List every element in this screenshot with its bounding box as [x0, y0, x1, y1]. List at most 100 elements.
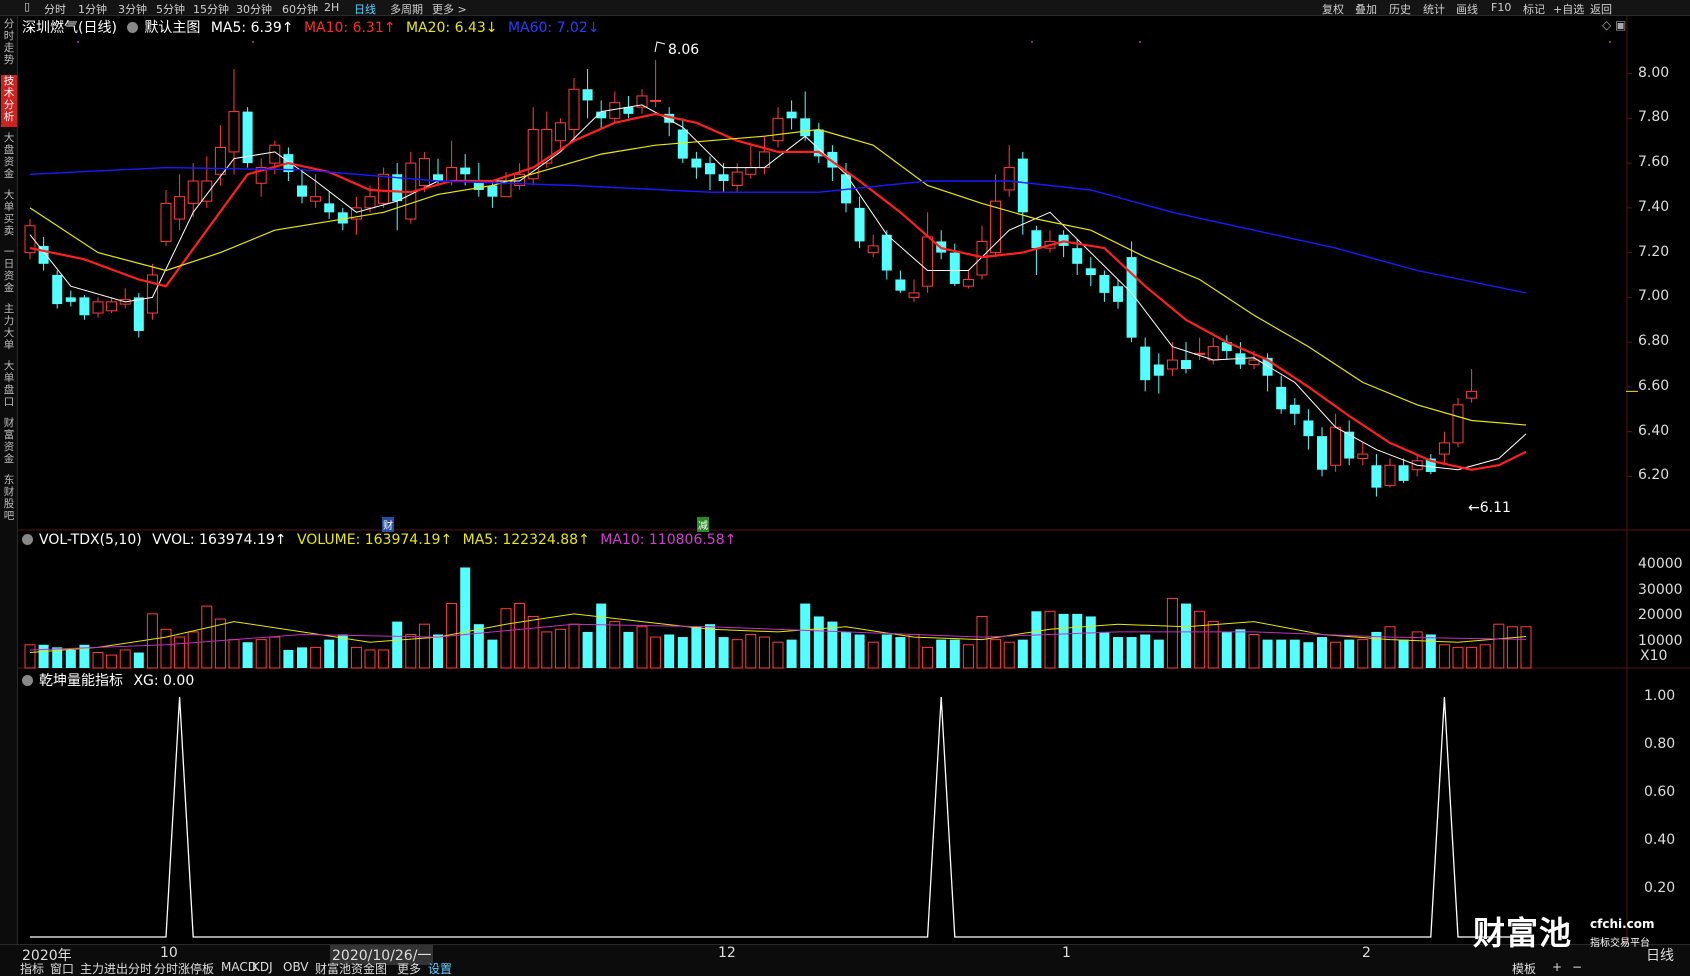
- volume-bar: [813, 616, 824, 668]
- watermark-site: cfchi.com: [1590, 917, 1655, 931]
- event-dot: [77, 41, 79, 43]
- candle-body: [1330, 426, 1342, 466]
- high-price-marker: 8.06: [668, 42, 700, 58]
- price-tick-label: 7.40: [1638, 198, 1670, 215]
- ind-name[interactable]: 乾坤量能指标: [39, 673, 123, 689]
- volume-bar: [1289, 639, 1300, 668]
- bottom-right-button-2[interactable]: −: [1572, 960, 1582, 974]
- volume-tick-label: 10000: [1638, 633, 1683, 650]
- candle-body: [1438, 442, 1450, 455]
- bottom-tab-2[interactable]: 主力进出分时: [80, 960, 152, 976]
- volume-bar: [364, 649, 376, 669]
- volume-bar: [473, 624, 484, 668]
- volume-bar: [867, 641, 879, 669]
- candle-body: [1452, 404, 1464, 444]
- finance-event-badge[interactable]: 财: [382, 517, 394, 532]
- event-dot: [252, 41, 254, 43]
- volume-bar: [1276, 639, 1287, 668]
- volume-bar: [65, 649, 76, 668]
- volume-bar: [745, 633, 757, 669]
- settings-circle-icon[interactable]: [22, 675, 33, 686]
- vvol-value: VVOL: 163974.19↑: [152, 532, 287, 548]
- bottom-right-button-1[interactable]: +: [1552, 960, 1562, 974]
- ma20-value: MA20: 6.43↓: [405, 20, 498, 36]
- ma5-value: MA5: 6.39↑: [210, 20, 294, 36]
- volume-bar: [24, 644, 36, 669]
- volume-tick-label: 40000: [1638, 555, 1683, 572]
- vol-indicator-name[interactable]: VOL-TDX(5,10): [39, 532, 142, 548]
- bottom-tab-6[interactable]: OBV: [283, 960, 309, 974]
- volume-bar: [705, 624, 715, 668]
- candle-body: [731, 171, 743, 186]
- candle-body: [1017, 158, 1028, 213]
- candle-body: [800, 118, 811, 137]
- bottom-tab-9[interactable]: 设置: [428, 960, 452, 976]
- settings-circle-icon[interactable]: [127, 22, 139, 33]
- volume-bar: [854, 634, 865, 668]
- main-chart-legend: 深圳燃气(日线) 默认主图 MA5: 6.39↑ MA10: 6.31↑ MA2…: [22, 17, 605, 37]
- candle-body: [1289, 404, 1300, 414]
- candle-body: [554, 122, 566, 142]
- bottom-bar: 2020年 10 2020/10/26/一 12 1 2 日线 指标 窗口 主力进出分时 分时涨…: [0, 944, 1690, 976]
- chart-tool-icons[interactable]: ◇ ▣: [1602, 18, 1626, 32]
- candle-body: [772, 117, 784, 142]
- bottom-right-button-0[interactable]: 模板: [1512, 960, 1536, 976]
- bottom-tab-7[interactable]: 财富池资金图: [315, 960, 387, 976]
- volume-bar: [392, 621, 403, 668]
- candle-body: [691, 158, 702, 168]
- bottom-tab-1[interactable]: 窗口: [50, 960, 74, 976]
- candle-body: [297, 185, 307, 197]
- ma10-value: MA10: 6.31↑: [303, 20, 396, 36]
- volume-bar: [908, 633, 920, 669]
- candle-body: [786, 111, 797, 119]
- bottom-tab-3[interactable]: 分时涨停板: [154, 960, 214, 976]
- x-axis-label-3: 12: [718, 945, 736, 961]
- price-tick-label: 8.00: [1638, 64, 1670, 81]
- volume-bar: [255, 639, 267, 669]
- bottom-tab-5[interactable]: KDJ: [252, 960, 273, 974]
- candle-body: [228, 111, 240, 153]
- volume-bar: [418, 623, 430, 669]
- volume-bar: [962, 644, 974, 669]
- candle-body: [214, 146, 226, 175]
- volume-bar: [1452, 646, 1464, 669]
- reduce-event-badge[interactable]: 减: [697, 517, 709, 532]
- indicator-name[interactable]: 默认主图: [144, 20, 200, 36]
- settings-circle-icon[interactable]: [22, 534, 33, 545]
- candle-body: [650, 99, 662, 102]
- volume-bar: [1248, 633, 1260, 669]
- price-tick-label: 7.60: [1638, 154, 1670, 171]
- candle-body: [65, 297, 76, 302]
- volume-bar: [1398, 639, 1409, 668]
- volume-bar: [623, 631, 634, 668]
- candle-body: [487, 185, 498, 197]
- watermark-logo: 财富池: [1473, 914, 1573, 952]
- candle-body: [705, 163, 715, 175]
- candle-body: [867, 245, 879, 254]
- candle-body: [133, 297, 144, 331]
- volume-bar: [1506, 626, 1518, 669]
- candle-body: [324, 203, 335, 213]
- volume-bar: [1153, 639, 1164, 668]
- volume-bar: [1384, 626, 1396, 669]
- volume-bar: [1126, 637, 1137, 668]
- volume-bar: [1044, 610, 1056, 669]
- volume-bar: [1194, 610, 1206, 669]
- volume-bar: [500, 608, 512, 669]
- volume-bar: [92, 652, 104, 669]
- bottom-tab-8[interactable]: 更多: [397, 960, 421, 976]
- x-axis-label-1: 10: [160, 945, 178, 961]
- stock-title[interactable]: 深圳燃气(日线): [22, 20, 117, 36]
- volume-bar: [1303, 642, 1314, 668]
- candle-body: [1398, 465, 1409, 481]
- volume-bar: [1262, 639, 1273, 668]
- candle-body: [1466, 390, 1478, 399]
- price-tick-label: 6.20: [1638, 467, 1670, 484]
- candle-body: [949, 252, 960, 284]
- volume-bar: [119, 649, 131, 669]
- vol-ma10-value: MA10: 110806.58↑: [600, 532, 737, 548]
- volume-bar: [1099, 631, 1110, 668]
- volume-bar: [174, 636, 186, 669]
- volume-bar: [596, 603, 607, 668]
- bottom-tab-0[interactable]: 指标: [20, 960, 44, 976]
